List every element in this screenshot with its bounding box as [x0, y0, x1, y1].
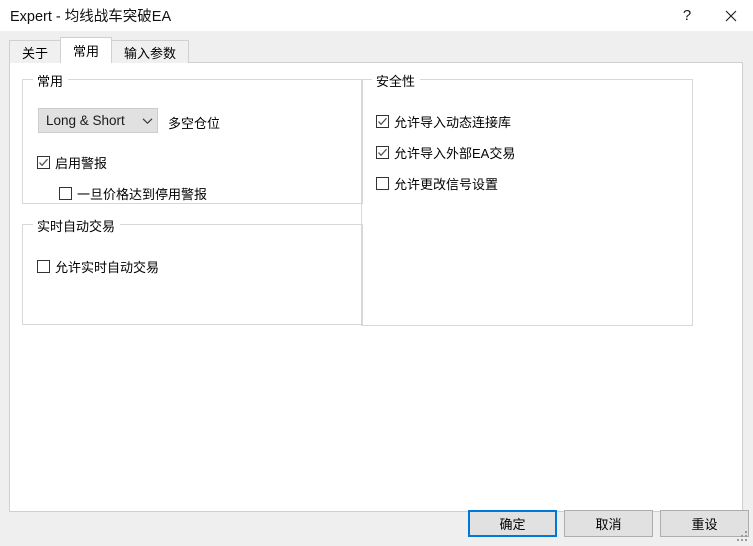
chevron-down-icon [137, 117, 157, 125]
group-safety: 安全性 允许导入动态连接库 允许导入外部EA交易 允许更改信号设置 [361, 71, 693, 326]
tab-about[interactable]: 关于 [9, 40, 62, 63]
checkbox-allow-live-trading[interactable]: 允许实时自动交易 [37, 257, 159, 276]
position-mode-label: 多空仓位 [168, 116, 221, 131]
checkbox-allow-external-ea-import-label: 允许导入外部EA交易 [394, 146, 516, 161]
tab-common-label: 常用 [73, 44, 100, 59]
group-common-title: 常用 [33, 71, 69, 90]
position-mode-combo[interactable]: Long & Short [38, 108, 158, 133]
tab-common[interactable]: 常用 [60, 37, 113, 63]
checkbox-allow-external-ea-import[interactable]: 允许导入外部EA交易 [376, 143, 515, 162]
checkbox-allow-signal-change-label: 允许更改信号设置 [394, 177, 499, 192]
tab-about-label: 关于 [22, 45, 49, 61]
tab-inputs-label: 输入参数 [124, 45, 177, 61]
checkbox-allow-signal-change[interactable]: 允许更改信号设置 [376, 174, 498, 193]
group-common: 常用 Long & Short 多空仓位 启用警报 一旦价格达到停用警报 [22, 71, 363, 204]
checkbox-enable-alert-box [37, 156, 50, 169]
group-live-trading: 实时自动交易 允许实时自动交易 [22, 216, 363, 325]
reset-button-label: 重设 [691, 517, 718, 532]
cancel-button[interactable]: 取消 [564, 510, 653, 537]
checkbox-disable-alert-on-price-box [59, 187, 72, 200]
checkbox-allow-external-ea-import-box [376, 146, 389, 159]
checkbox-disable-alert-on-price-label: 一旦价格达到停用警报 [77, 187, 208, 202]
group-safety-title: 安全性 [372, 71, 421, 90]
help-button[interactable]: ? [665, 0, 709, 31]
title-bar: Expert - 均线战车突破EA ? [0, 0, 753, 31]
window-title: Expert - 均线战车突破EA [10, 9, 172, 25]
resize-grip[interactable] [737, 531, 750, 544]
ok-button[interactable]: 确定 [468, 510, 557, 537]
checkbox-allow-live-trading-box [37, 260, 50, 273]
checkbox-enable-alert-label: 启用警报 [55, 156, 108, 171]
checkbox-disable-alert-on-price[interactable]: 一旦价格达到停用警报 [59, 184, 207, 203]
checkbox-enable-alert[interactable]: 启用警报 [37, 153, 107, 172]
checkbox-allow-dll-import-box [376, 115, 389, 128]
tab-inputs[interactable]: 输入参数 [111, 40, 190, 63]
ok-button-label: 确定 [499, 517, 526, 532]
group-live-trading-title: 实时自动交易 [33, 216, 121, 235]
caption-button-group: ? [665, 0, 753, 31]
checkbox-allow-dll-import-label: 允许导入动态连接库 [394, 115, 512, 130]
tab-panel-common: 常用 Long & Short 多空仓位 启用警报 一旦价格达到停用警报 实时自… [9, 62, 743, 512]
cancel-button-label: 取消 [595, 517, 622, 532]
position-mode-value: Long & Short [46, 113, 125, 128]
close-button[interactable] [709, 0, 753, 31]
question-mark-icon: ? [682, 7, 692, 24]
reset-button[interactable]: 重设 [660, 510, 749, 537]
checkbox-allow-signal-change-box [376, 177, 389, 190]
tab-strip: 关于 常用 输入参数 [9, 37, 190, 63]
close-icon [725, 10, 737, 22]
checkbox-allow-dll-import[interactable]: 允许导入动态连接库 [376, 112, 511, 131]
checkbox-allow-live-trading-label: 允许实时自动交易 [55, 260, 160, 275]
